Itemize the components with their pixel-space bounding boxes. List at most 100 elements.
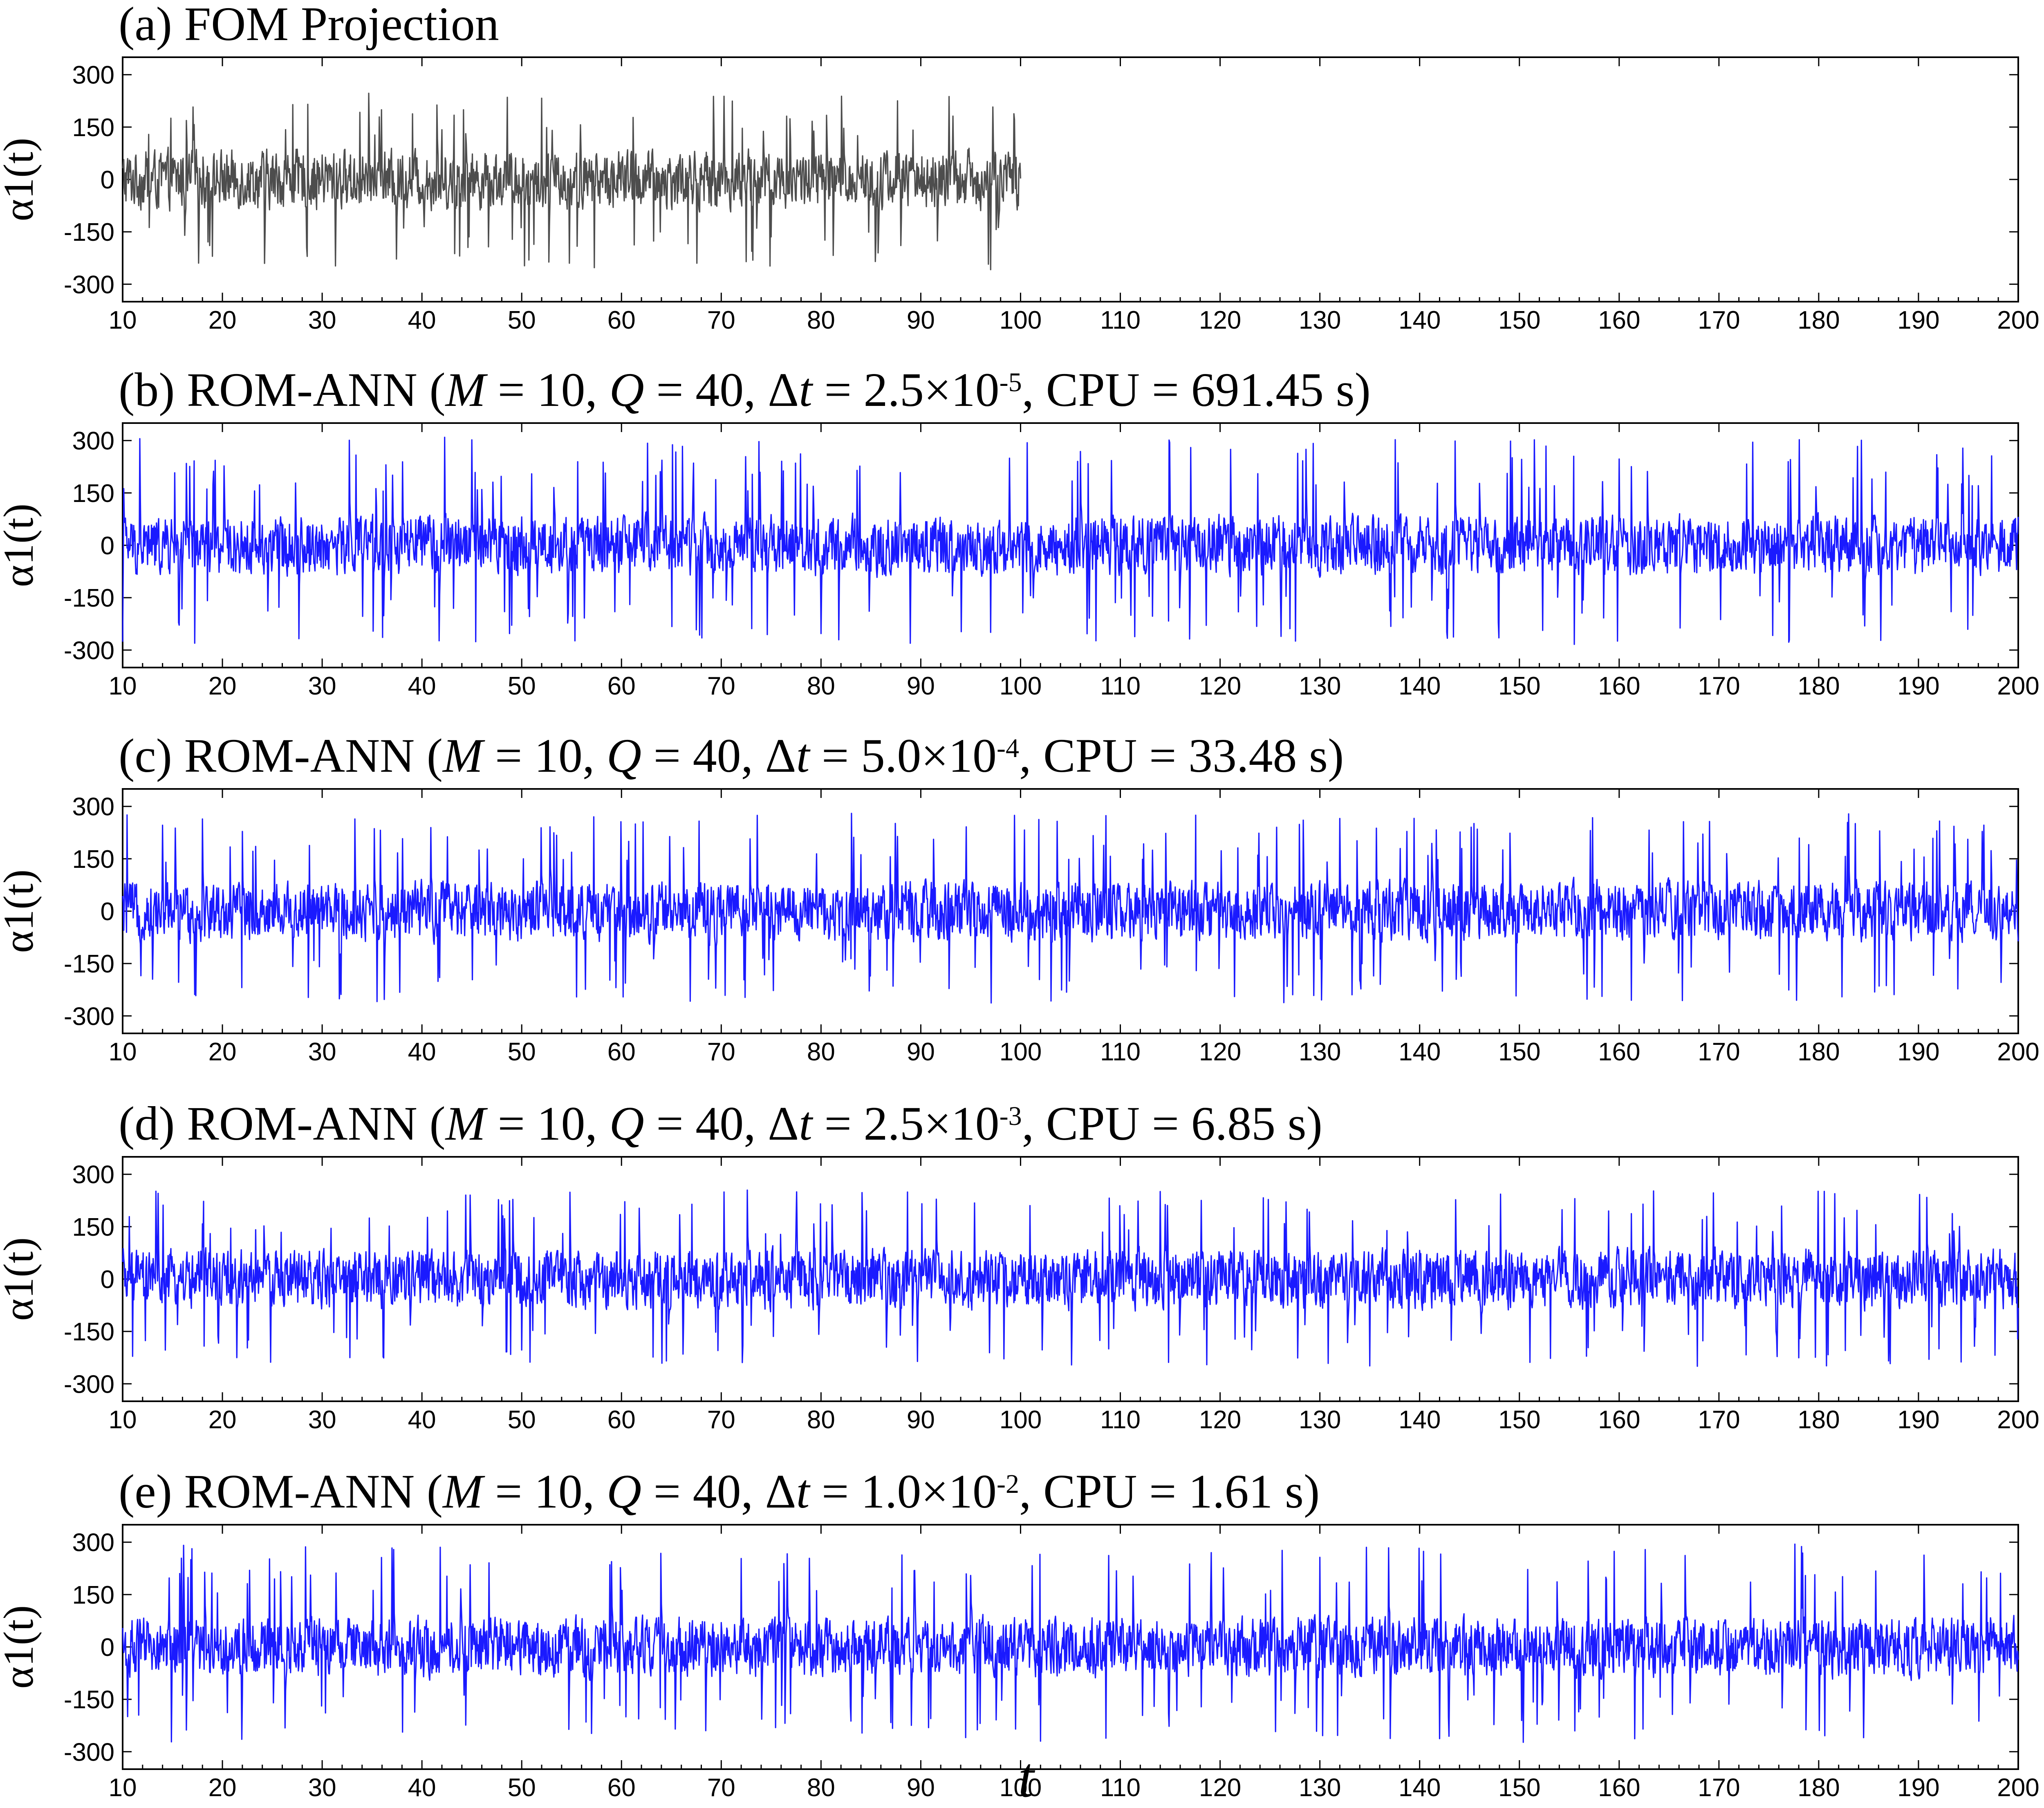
x-tick-label: 140	[1399, 672, 1441, 700]
x-tick-label: 90	[907, 1038, 935, 1066]
plot-frame	[122, 56, 2019, 302]
x-tick-label: 140	[1399, 1038, 1441, 1066]
x-tick-label: 160	[1598, 672, 1640, 700]
y-axis-label: α1(t)	[0, 1237, 42, 1321]
x-tick-label: 40	[408, 1038, 436, 1066]
y-tick-label: 150	[72, 1213, 114, 1241]
x-tick-label: 160	[1598, 306, 1640, 334]
x-tick-label: 120	[1199, 1038, 1241, 1066]
y-axis-label: α1(t)	[0, 138, 42, 222]
series-line	[122, 813, 2019, 1004]
x-tick-label: 180	[1797, 1774, 1840, 1802]
panel-title: (d) ROM-ANN (M = 10, Q = 40, Δt = 2.5×10…	[119, 1097, 1322, 1150]
x-tick-label: 110	[1100, 306, 1141, 334]
x-tick-label: 30	[308, 672, 336, 700]
y-tick-label: -150	[64, 584, 114, 612]
x-tick-label: 60	[607, 1038, 636, 1066]
x-tick-label: 180	[1797, 1406, 1840, 1434]
x-tick-label: 200	[1997, 1038, 2039, 1066]
x-tick-label: 130	[1299, 1406, 1341, 1434]
x-tick-label: 190	[1897, 1406, 1939, 1434]
y-tick-label: -150	[64, 1686, 114, 1714]
y-tick-label: 0	[101, 1266, 114, 1294]
y-tick-label: 0	[101, 898, 114, 926]
x-tick-label: 80	[807, 1038, 835, 1066]
series-line	[122, 437, 2019, 645]
x-tick-label: 120	[1199, 306, 1241, 334]
x-tick-label: 170	[1698, 1038, 1740, 1066]
x-tick-label: 20	[208, 1406, 237, 1434]
series-line	[122, 1189, 2019, 1367]
y-tick-label: -300	[64, 1738, 114, 1766]
x-tick-label: 190	[1897, 672, 1939, 700]
x-tick-label: 110	[1100, 1406, 1141, 1434]
x-tick-label: 140	[1399, 1774, 1441, 1802]
x-tick-label: 170	[1698, 306, 1740, 334]
x-tick-label: 160	[1598, 1038, 1640, 1066]
x-tick-label: 180	[1797, 672, 1840, 700]
x-tick-label: 60	[607, 1774, 636, 1802]
panel-title: (c) ROM-ANN (M = 10, Q = 40, Δt = 5.0×10…	[119, 729, 1344, 782]
x-tick-label: 90	[907, 672, 935, 700]
x-tick-label: 130	[1299, 306, 1341, 334]
x-tick-label: 170	[1698, 1774, 1740, 1802]
y-tick-label: -150	[64, 218, 114, 246]
x-tick-label: 70	[707, 672, 735, 700]
y-axis-label: α1(t)	[0, 504, 42, 587]
y-tick-label: 300	[72, 1161, 114, 1189]
y-tick-label: 300	[72, 427, 114, 455]
y-tick-label: -300	[64, 1002, 114, 1031]
y-tick-label: -150	[64, 950, 114, 978]
x-tick-label: 170	[1698, 1406, 1740, 1434]
y-tick-label: 150	[72, 114, 114, 142]
x-tick-label: 90	[907, 306, 935, 334]
x-tick-label: 130	[1299, 672, 1341, 700]
x-tick-label: 40	[408, 1774, 436, 1802]
x-tick-label: 90	[907, 1406, 935, 1434]
x-tick-label: 30	[308, 1406, 336, 1434]
x-tick-label: 60	[607, 306, 636, 334]
panel-title: (b) ROM-ANN (M = 10, Q = 40, Δt = 2.5×10…	[119, 363, 1371, 417]
x-tick-label: 180	[1797, 306, 1840, 334]
x-tick-label: 150	[1498, 1406, 1540, 1434]
x-tick-label: 120	[1199, 672, 1241, 700]
x-tick-label: 200	[1997, 1406, 2039, 1434]
y-axis-label: α1(t)	[0, 1605, 42, 1689]
x-tick-label: 20	[208, 306, 237, 334]
x-tick-label: 50	[508, 306, 536, 334]
x-tick-label: 10	[109, 1406, 137, 1434]
panel-title: (a) FOM Projection	[119, 0, 499, 51]
x-tick-label: 50	[508, 1774, 536, 1802]
x-tick-label: 40	[408, 1406, 436, 1434]
x-tick-label: 200	[1997, 672, 2039, 700]
x-tick-label: 70	[707, 1406, 735, 1434]
x-tick-label: 80	[807, 306, 835, 334]
x-tick-label: 150	[1498, 1038, 1540, 1066]
x-tick-label: 130	[1299, 1038, 1341, 1066]
x-tick-label: 100	[1000, 1774, 1042, 1802]
x-tick-label: 90	[907, 1774, 935, 1802]
x-tick-label: 10	[109, 306, 137, 334]
x-tick-label: 100	[1000, 672, 1042, 700]
x-tick-label: 110	[1100, 1038, 1141, 1066]
x-tick-label: 140	[1399, 306, 1441, 334]
x-tick-label: 30	[308, 1038, 336, 1066]
x-tick-label: 30	[308, 306, 336, 334]
x-tick-label: 130	[1299, 1774, 1341, 1802]
x-tick-label: 110	[1100, 1774, 1141, 1802]
x-tick-label: 50	[508, 672, 536, 700]
x-tick-label: 10	[109, 1774, 137, 1802]
x-tick-label: 70	[707, 1038, 735, 1066]
y-tick-label: -150	[64, 1318, 114, 1346]
x-tick-label: 70	[707, 1774, 735, 1802]
x-tick-label: 20	[208, 672, 237, 700]
x-tick-label: 190	[1897, 1774, 1939, 1802]
x-tick-label: 50	[508, 1038, 536, 1066]
x-tick-label: 60	[607, 672, 636, 700]
x-tick-label: 40	[408, 672, 436, 700]
x-tick-label: 100	[1000, 306, 1042, 334]
x-tick-label: 40	[408, 306, 436, 334]
x-tick-label: 190	[1897, 306, 1939, 334]
x-tick-label: 60	[607, 1406, 636, 1434]
y-tick-label: 0	[101, 532, 114, 560]
